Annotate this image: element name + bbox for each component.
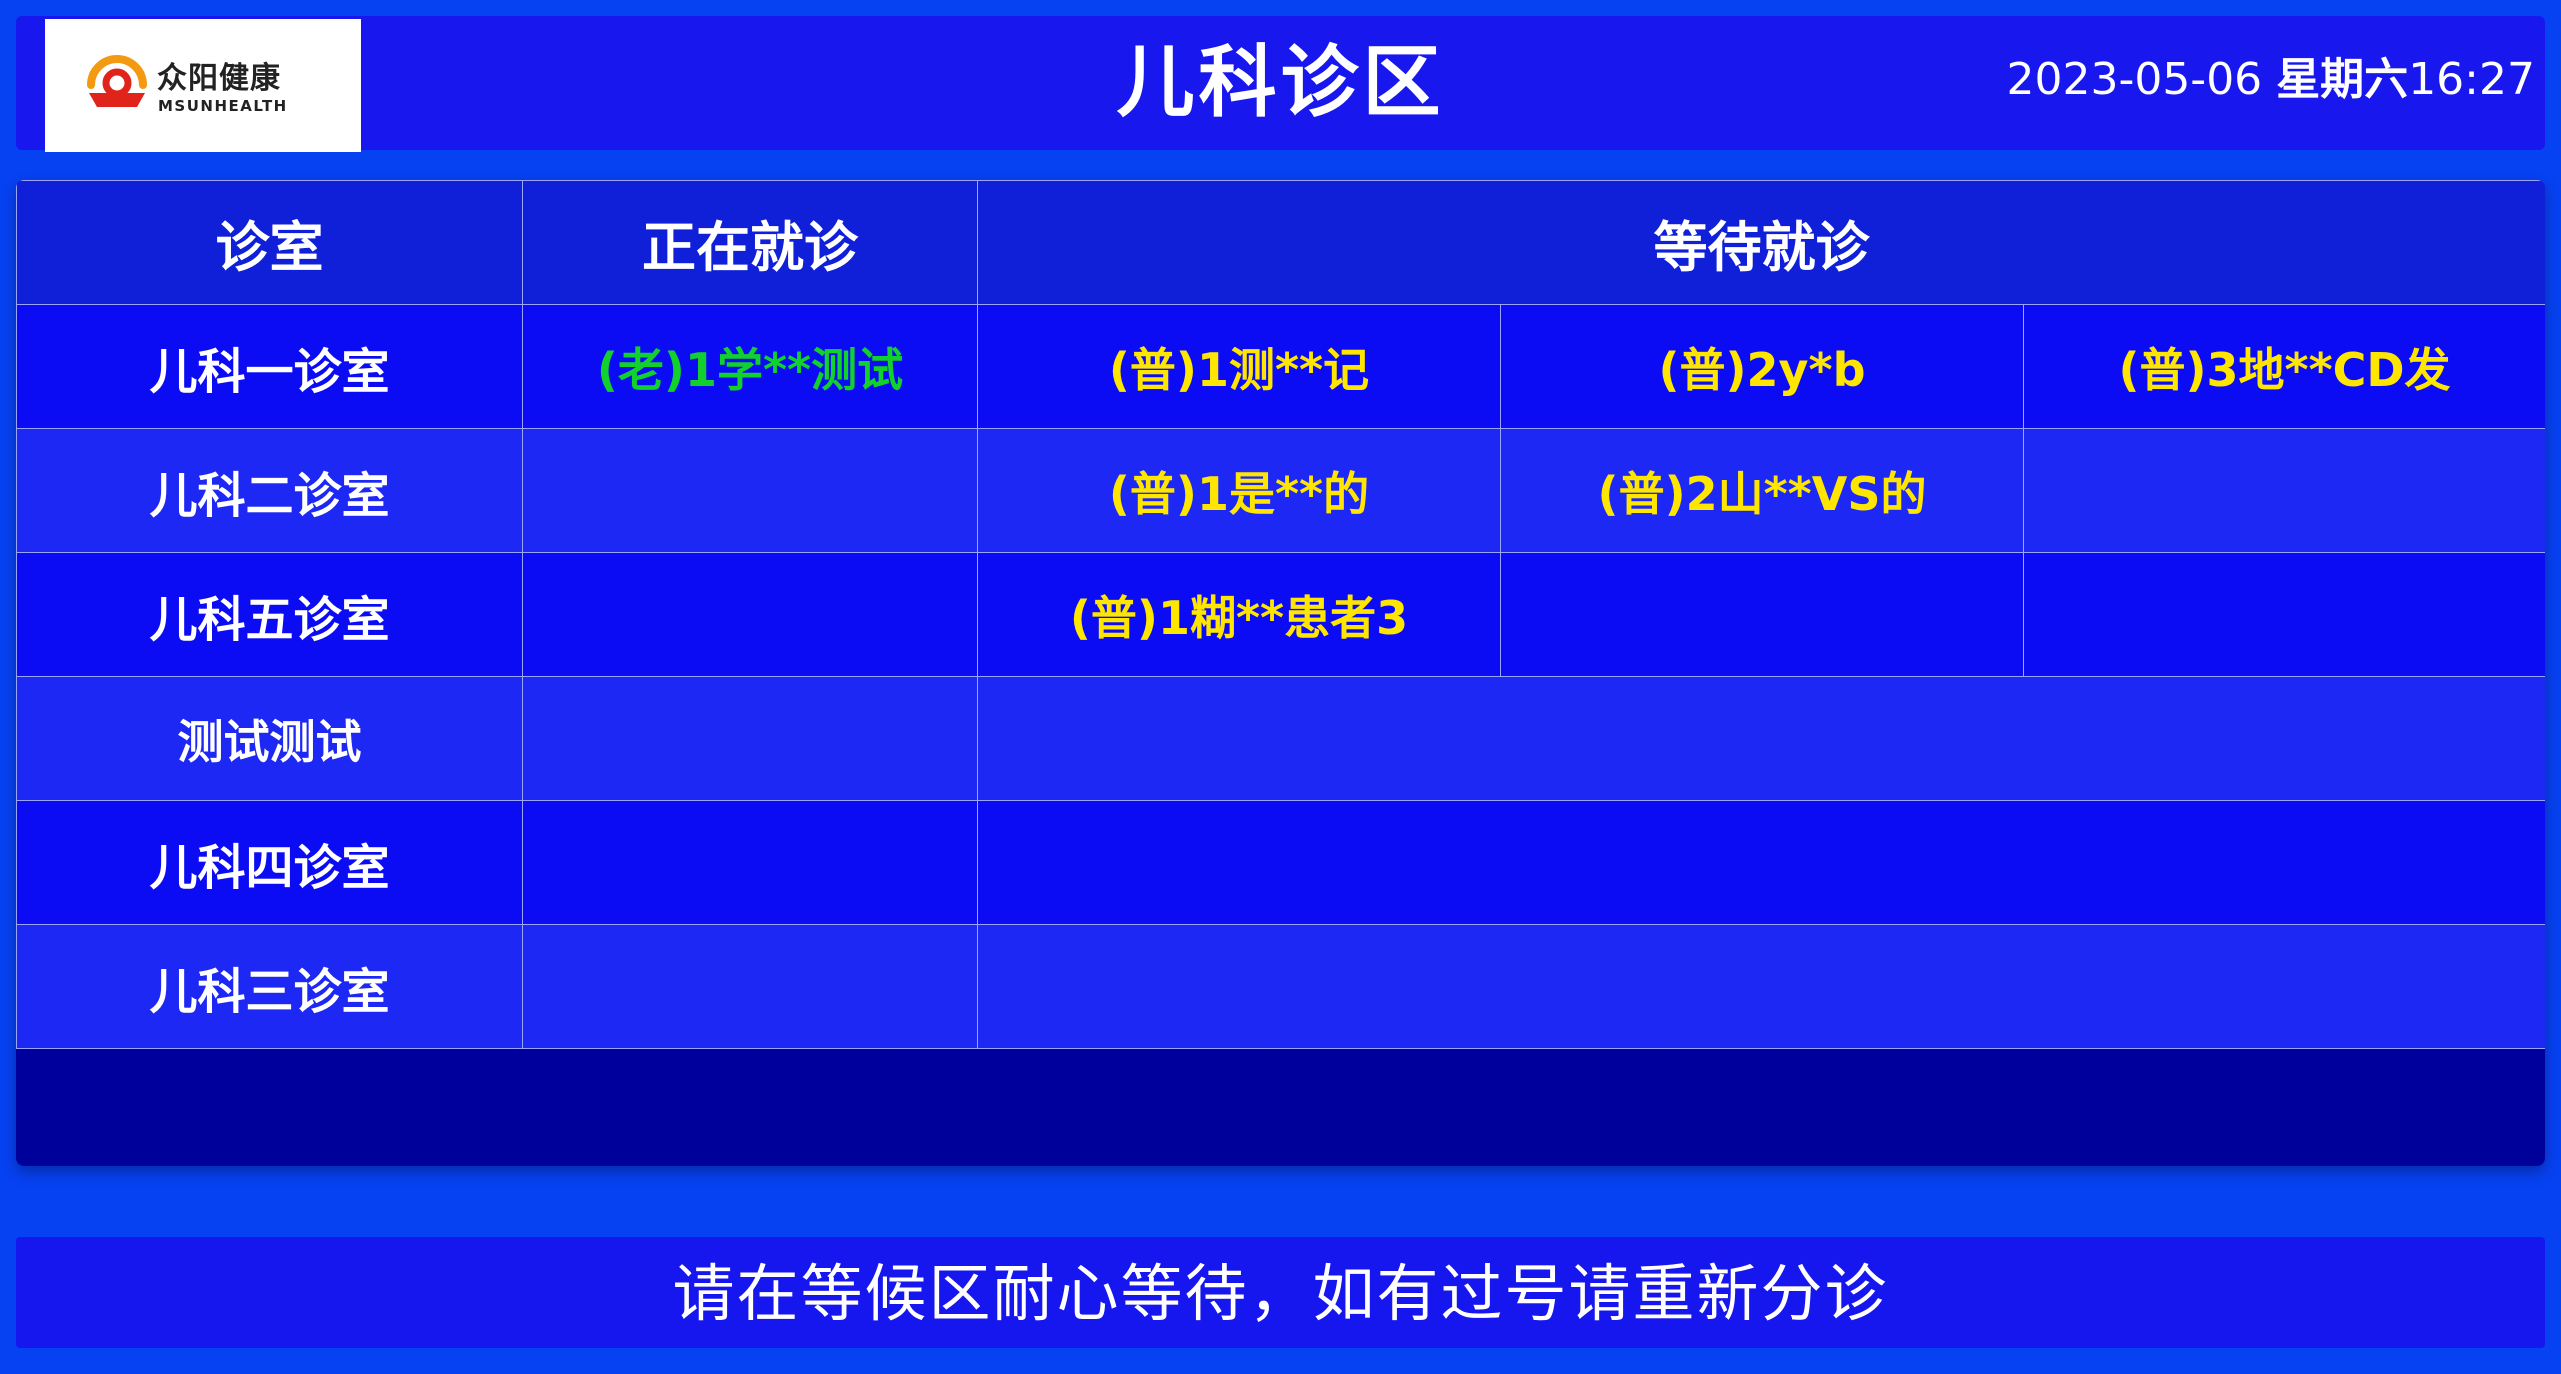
current-patient: (老)1学**测试 <box>522 304 978 429</box>
waiting-patient <box>2022 552 2545 677</box>
waiting-patient: (普)1测**记 <box>977 304 1501 429</box>
waiting-patient <box>1500 552 2024 677</box>
table-row: 儿科二诊室 (普)1是**的 (普)2山**VS的 <box>16 428 2545 553</box>
header-room: 诊室 <box>16 180 523 305</box>
time-text: 16:27 <box>2408 54 2535 105</box>
waiting-patient: (普)1是**的 <box>977 428 1501 553</box>
room-name: 儿科四诊室 <box>16 800 523 925</box>
waiting-patients-empty <box>976 924 2545 1049</box>
current-patient <box>522 676 978 801</box>
waiting-patient: (普)2y*b <box>1500 304 2024 429</box>
waiting-patient: (普)2山**VS的 <box>1500 428 2024 553</box>
current-patient <box>522 552 978 677</box>
table-row: 儿科一诊室 (老)1学**测试 (普)1测**记 (普)2y*b (普)3地**… <box>16 304 2545 429</box>
notice-bar: 请在等候区耐心等待，如有过号请重新分诊 <box>16 1237 2545 1348</box>
header-waiting: 等待就诊 <box>976 180 2545 305</box>
queue-table: 诊室 正在就诊 等待就诊 儿科一诊室 (老)1学**测试 (普)1测**记 (普… <box>16 180 2545 1049</box>
waiting-patient: (普)3地**CD发 <box>2022 304 2545 429</box>
header-bar: 众阳健康 MSUNHEALTH 儿科诊区 2023-05-06 星期六16:27 <box>16 16 2545 152</box>
room-name: 测试测试 <box>16 676 523 801</box>
date-text: 2023-05-06 <box>2006 54 2263 105</box>
room-name: 儿科一诊室 <box>16 304 523 429</box>
waiting-patients-empty <box>976 800 2545 925</box>
waiting-patient: (普)1糊**患者3 <box>977 552 1501 677</box>
datetime-display: 2023-05-06 星期六16:27 <box>2006 52 2535 108</box>
current-patient <box>522 924 978 1049</box>
table-row: 儿科四诊室 <box>16 800 2545 925</box>
table-header-row: 诊室 正在就诊 等待就诊 <box>16 180 2545 305</box>
room-name: 儿科二诊室 <box>16 428 523 553</box>
notice-text: 请在等候区耐心等待，如有过号请重新分诊 <box>672 1257 1889 1330</box>
weekday-text: 星期六 <box>2276 54 2409 105</box>
table-row: 儿科五诊室 (普)1糊**患者3 <box>16 552 2545 677</box>
waiting-patient <box>2022 428 2545 553</box>
current-patient <box>522 800 978 925</box>
header-current: 正在就诊 <box>522 180 978 305</box>
table-row: 测试测试 <box>16 676 2545 801</box>
queue-board: 诊室 正在就诊 等待就诊 儿科一诊室 (老)1学**测试 (普)1测**记 (普… <box>16 180 2545 1166</box>
room-name: 儿科三诊室 <box>16 924 523 1049</box>
current-patient <box>522 428 978 553</box>
table-row: 儿科三诊室 <box>16 924 2545 1049</box>
room-name: 儿科五诊室 <box>16 552 523 677</box>
waiting-patients-empty <box>976 676 2545 801</box>
